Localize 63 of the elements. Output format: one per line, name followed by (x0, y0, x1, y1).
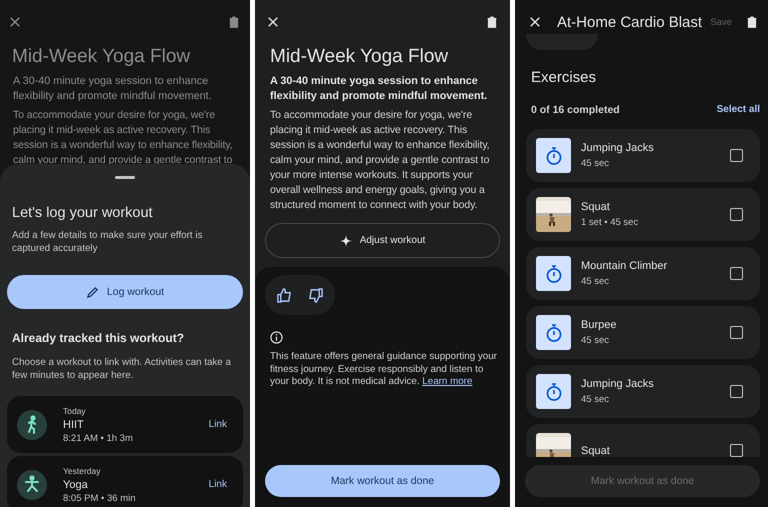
linked-description: Choose a workout to link with. Activities can take a few minutes to appear here. (12, 357, 232, 382)
exercise-detail: 45 sec (581, 335, 610, 346)
figure-icon (17, 470, 47, 500)
exercise-name: Squat (581, 444, 611, 456)
drag-handle[interactable] (115, 176, 135, 179)
stopwatch-icon (536, 374, 571, 409)
workout-card[interactable]: Yesterday Yoga 8:05 PM • 36 min Link (7, 456, 243, 507)
exercise-card[interactable]: Squat (526, 424, 760, 457)
checkbox[interactable] (730, 267, 743, 280)
figure-icon (17, 410, 47, 440)
exercise-name: Mountain Climber (581, 260, 668, 272)
checkbox[interactable] (730, 385, 743, 398)
thumbs-down-icon[interactable] (308, 288, 323, 302)
workout-details: 8:05 PM • 36 min (63, 492, 136, 504)
workout-name: Yoga (63, 478, 89, 490)
workout-title: Mid-Week Yoga Flow (12, 46, 192, 68)
workout-details: 8:21 AM • 1h 3m (63, 432, 134, 444)
exercise-detail: 1 set • 45 sec (581, 217, 640, 228)
exercise-card[interactable]: Mountain Climber 45 sec (526, 247, 760, 300)
checkbox[interactable] (730, 149, 743, 162)
exercise-card[interactable]: Jumping Jacks 45 sec (526, 129, 760, 182)
section-title: Exercises (531, 69, 598, 86)
workout-title: Mid-Week Yoga Flow (270, 46, 450, 68)
exercise-name: Burpee (581, 319, 618, 331)
workout-card[interactable]: Today HIIT 8:21 AM • 1h 3m Link (7, 396, 243, 453)
workout-summary: A 30-40 minute yoga session to enhance flexibility and promote mindful movement. (13, 74, 213, 103)
link-button[interactable]: Link (208, 479, 227, 490)
exercise-detail: 45 sec (581, 394, 610, 405)
workout-day: Yesterday (63, 466, 193, 476)
screen-title: At-Home Cardio Blast (557, 14, 704, 30)
info-icon (270, 331, 283, 344)
exercise-detail: 45 sec (581, 276, 610, 287)
exercise-name: Jumping Jacks (581, 378, 655, 390)
link-button[interactable]: Link (208, 419, 227, 430)
exercise-card[interactable]: Burpee 45 sec (526, 306, 760, 359)
exercise-card[interactable]: Squat 1 set • 45 sec (526, 188, 760, 241)
progress-count: 0 of 16 completed (531, 104, 620, 116)
workout-description: To accommodate your desire for yoga, we're placing it mid-week as active recovery. This session is a wonderful way to enhance flexibility, calm your mind, and provide a gentle contrast to your more intense workouts. It supports your overall wellness and energy goals, giving you a structured moment to connect with your body. (270, 108, 491, 213)
exercise-detail: 45 sec (581, 158, 610, 169)
mark-done-button[interactable]: Mark workout as done (265, 465, 500, 497)
sheet-description: Add a few details to make sure your effort is captured accurately (12, 230, 204, 255)
workout-summary: A 30-40 minute yoga session to enhance flexibility and promote mindful movement. (270, 74, 488, 103)
exercise-name: Jumping Jacks (581, 142, 655, 154)
checkbox[interactable] (730, 326, 743, 339)
thumbs-up-icon[interactable] (277, 288, 292, 302)
log-workout-button[interactable]: Log workout (7, 275, 243, 309)
workout-day: Today (63, 406, 193, 416)
learn-more-link[interactable]: Learn more (422, 376, 472, 388)
exercise-name: Squat (581, 201, 611, 213)
sparkle-icon (340, 234, 352, 246)
stopwatch-icon (536, 315, 571, 350)
linked-heading: Already tracked this workout? (12, 331, 186, 345)
adjust-workout-button[interactable]: Adjust workout (265, 223, 500, 258)
exercise-card[interactable]: Jumping Jacks 45 sec (526, 365, 760, 418)
stopwatch-icon (536, 138, 571, 173)
checkbox[interactable] (730, 208, 743, 221)
disclaimer-text: This feature offers general guidance supporting your fitness journey. Exercise responsibly and listen to your body. It is not medical advice. Learn more (270, 351, 498, 389)
pencil-icon (86, 286, 99, 298)
workout-description: To accommodate your desire for yoga, we're placing it mid-week as active recovery. This session is a wonderful way to enhance flexibility, calm your mind, and provide a gentle contrast to (13, 108, 234, 168)
sheet-title: Let's log your workout (12, 205, 154, 221)
stopwatch-icon (536, 256, 571, 291)
workout-name: HIIT (63, 418, 85, 430)
select-all-link[interactable]: Select all (716, 104, 760, 116)
